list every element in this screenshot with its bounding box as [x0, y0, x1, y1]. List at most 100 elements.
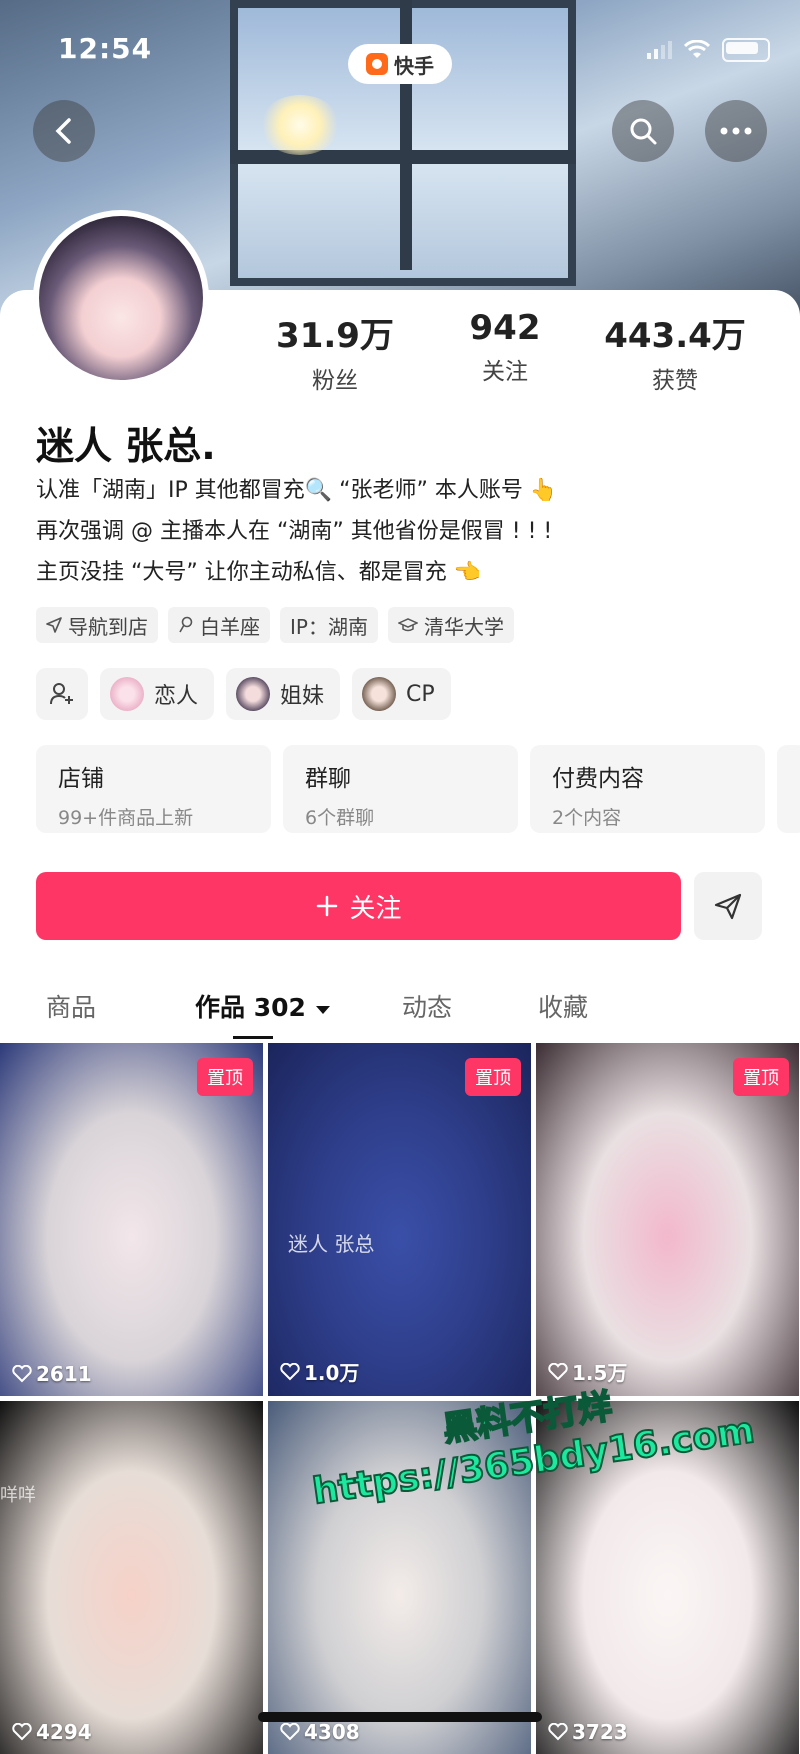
heart-icon	[280, 1723, 300, 1741]
status-bar: 12:54 快手	[0, 30, 800, 84]
stat-following[interactable]: 942 关注	[420, 308, 590, 395]
avatar	[362, 677, 397, 711]
tag-ip: IP：湖南	[280, 607, 378, 643]
sun-glow	[260, 95, 340, 155]
bio-line: 再次强调 @ 主播本人在 “湖南” 其他省份是假冒 ! ! !	[36, 519, 553, 544]
pinned-badge: 置顶	[197, 1058, 253, 1096]
home-indicator[interactable]	[258, 1712, 542, 1722]
video-thumbnail[interactable]: 置顶 2611	[0, 1043, 263, 1396]
back-button[interactable]	[33, 100, 95, 162]
app-name: 快手	[394, 53, 434, 78]
stat-value: 31.9万	[276, 316, 394, 356]
kuaishou-logo-icon	[366, 53, 388, 75]
relation-label: CP	[406, 681, 435, 707]
relations: 恋人 姐妹 CP	[36, 668, 451, 720]
add-user-icon	[50, 683, 73, 705]
like-count: 1.0万	[280, 1357, 359, 1386]
tag-label: 清华大学	[423, 614, 504, 639]
pinned-badge: 置顶	[733, 1058, 789, 1096]
add-friend-button[interactable]	[36, 668, 88, 720]
navigation-icon	[46, 617, 62, 633]
relation-label: 姐妹	[280, 684, 325, 709]
zodiac-icon	[179, 616, 193, 633]
box-more[interactable]	[777, 745, 800, 833]
like-count-value: 3723	[572, 1720, 628, 1744]
box-sub: 6个群聊	[305, 807, 375, 829]
profile-name: 迷人 张总.	[36, 424, 216, 468]
stat-value: 942	[469, 308, 541, 348]
stat-followers[interactable]: 31.9万 粉丝	[250, 308, 420, 395]
heart-icon	[12, 1365, 32, 1383]
relation-lover[interactable]: 恋人	[100, 668, 215, 720]
chevron-left-icon	[55, 118, 71, 144]
tag-label: IP：湖南	[290, 614, 368, 639]
tab-moments[interactable]: 动态	[402, 988, 452, 1024]
clock: 12:54	[58, 32, 153, 65]
box-group-chat[interactable]: 群聊 6个群聊	[283, 745, 518, 833]
box-paid-content[interactable]: 付费内容 2个内容	[530, 745, 765, 833]
avatar[interactable]	[33, 210, 209, 386]
relation-label: 恋人	[154, 684, 199, 709]
like-count: 4308	[280, 1720, 360, 1744]
send-icon	[714, 893, 742, 920]
relation-cp[interactable]: CP	[352, 668, 451, 720]
search-button[interactable]	[612, 100, 674, 162]
heart-icon	[548, 1362, 568, 1380]
heart-icon	[280, 1362, 300, 1380]
like-count-value: 2611	[36, 1362, 92, 1386]
app-badge: 快手	[348, 44, 452, 84]
avatar	[110, 677, 144, 711]
profile-stats: 31.9万 粉丝 942 关注 443.4万 获赞	[250, 308, 790, 395]
plus-icon	[317, 895, 338, 917]
box-shop[interactable]: 店铺 99+件商品上新	[36, 745, 271, 833]
message-button[interactable]	[694, 872, 762, 940]
graduation-cap-icon	[397, 618, 418, 632]
like-count-value: 1.0万	[304, 1361, 360, 1385]
tab-indicator	[233, 1036, 273, 1039]
video-watermark: 迷人 张总	[288, 1232, 375, 1256]
box-sub: 2个内容	[552, 807, 622, 829]
stat-likes[interactable]: 443.4万 获赞	[590, 308, 760, 395]
like-count: 2611	[12, 1362, 92, 1386]
avatar	[236, 677, 271, 711]
feature-boxes: 店铺 99+件商品上新 群聊 6个群聊 付费内容 2个内容	[36, 745, 800, 833]
more-dots-icon	[720, 127, 752, 135]
tag-zodiac[interactable]: 白羊座	[168, 607, 270, 643]
like-count: 4294	[12, 1720, 92, 1744]
pinned-badge: 置顶	[465, 1058, 521, 1096]
tab-works[interactable]: 作品 302	[195, 988, 331, 1024]
box-sub: 99+件商品上新	[58, 807, 194, 829]
tab-label: 作品 302	[195, 993, 306, 1022]
follow-button[interactable]: 关注	[36, 872, 681, 940]
video-thumbnail[interactable]: 咩咩 4294	[0, 1401, 263, 1754]
wifi-icon	[684, 40, 710, 58]
bio-line: 认准「湖南」IP 其他都冒充🔍 “张老师” 本人账号 👆	[36, 478, 558, 503]
heart-icon	[548, 1723, 568, 1741]
battery-icon	[722, 38, 770, 62]
video-thumbnail[interactable]: 置顶 1.5万	[536, 1043, 799, 1396]
video-thumbnail[interactable]: 迷人 张总 置顶 1.0万	[268, 1043, 531, 1396]
signal-icon	[647, 41, 672, 59]
search-icon	[630, 118, 657, 145]
relation-sister[interactable]: 姐妹	[226, 668, 341, 720]
content-tabs: 商品 作品 302 动态 收藏	[0, 980, 800, 1040]
box-title: 群聊	[305, 766, 351, 792]
more-button[interactable]	[705, 100, 767, 162]
stat-label: 粉丝	[312, 368, 358, 394]
heart-icon	[12, 1723, 32, 1741]
tag-navigate[interactable]: 导航到店	[36, 607, 158, 643]
follow-label: 关注	[349, 893, 402, 924]
tab-favorites[interactable]: 收藏	[538, 988, 588, 1024]
tag-label: 白羊座	[200, 614, 260, 639]
like-count-value: 4308	[304, 1720, 360, 1744]
tab-products[interactable]: 商品	[46, 988, 96, 1024]
profile-tags: 导航到店 白羊座 IP：湖南 清华大学	[36, 607, 514, 643]
profile-bio: 认准「湖南」IP 其他都冒充🔍 “张老师” 本人账号 👆 再次强调 @ 主播本人…	[36, 470, 557, 593]
system-icons	[647, 38, 770, 62]
video-watermark: 咩咩	[0, 1485, 36, 1506]
stat-label: 获赞	[652, 368, 698, 394]
tag-label: 导航到店	[68, 614, 148, 639]
tag-school[interactable]: 清华大学	[387, 607, 514, 643]
caret-down-icon	[315, 1006, 330, 1014]
like-count: 3723	[548, 1720, 628, 1744]
